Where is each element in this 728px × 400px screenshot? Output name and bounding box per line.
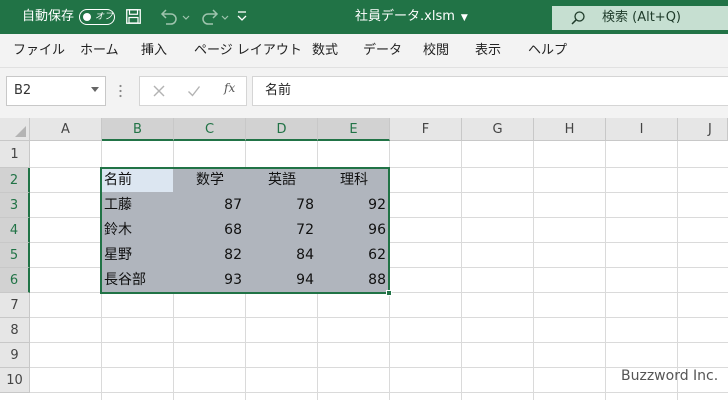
row-header-1[interactable]: 1: [0, 141, 30, 168]
row-header-8[interactable]: 8: [0, 318, 30, 343]
row-header-10[interactable]: 10: [0, 368, 30, 393]
row-header-6[interactable]: 6: [0, 268, 30, 293]
gridline: [461, 141, 462, 400]
gridline: [30, 317, 728, 318]
row-header-5[interactable]: 5: [0, 243, 30, 268]
column-header-g[interactable]: G: [462, 118, 534, 141]
more-options-icon[interactable]: [119, 84, 122, 98]
redo-icon[interactable]: [196, 8, 232, 26]
file-title[interactable]: 社員データ.xlsm ▼: [355, 0, 468, 34]
toggle-knob: [83, 12, 91, 21]
row-header-3[interactable]: 3: [0, 193, 30, 218]
search-label: 検索 (Alt+Q): [602, 10, 682, 25]
formula-bar: B2 fx 名前: [0, 68, 728, 118]
watermark: Buzzword Inc.: [621, 368, 719, 384]
tab-file[interactable]: ファイル: [13, 34, 65, 68]
row-header-7[interactable]: 7: [0, 293, 30, 318]
tab-review[interactable]: 校閲: [423, 34, 449, 68]
undo-icon[interactable]: [157, 8, 193, 26]
column-header-a[interactable]: A: [30, 118, 102, 141]
row-header-4[interactable]: 4: [0, 218, 30, 243]
gridline: [605, 141, 606, 400]
chevron-down-icon: ▼: [460, 13, 468, 23]
column-header-h[interactable]: H: [534, 118, 606, 141]
column-header-j[interactable]: J: [678, 118, 728, 141]
gridline: [677, 141, 678, 400]
search-icon: [571, 11, 585, 25]
worksheet-grid[interactable]: A B C D E F G H I J 1 2 3 4 5 6 7 8 9 10…: [0, 118, 728, 400]
autosave-state: オフ: [95, 12, 114, 22]
autosave-toggle[interactable]: オフ: [79, 9, 115, 25]
tab-page-layout[interactable]: ページ レイアウト: [194, 34, 302, 68]
fill-handle[interactable]: [386, 290, 392, 296]
insert-function-icon[interactable]: fx: [224, 81, 235, 95]
customize-toolbar-icon[interactable]: [236, 9, 248, 23]
column-header-i[interactable]: I: [606, 118, 678, 141]
tab-data[interactable]: データ: [363, 34, 402, 68]
column-header-c[interactable]: C: [174, 118, 246, 141]
select-all-button[interactable]: [0, 118, 30, 141]
tab-home[interactable]: ホーム: [80, 34, 119, 68]
name-box[interactable]: B2: [6, 76, 106, 106]
autosave-label: 自動保存: [22, 9, 75, 24]
select-all-triangle-icon: [15, 126, 26, 137]
name-box-value: B2: [14, 83, 32, 98]
title-bar: 自動保存 オフ 社員データ.xlsm ▼ 検索 (Alt+Q): [0, 0, 728, 34]
tab-insert[interactable]: 挿入: [141, 34, 167, 68]
cancel-icon[interactable]: [152, 84, 166, 98]
gridline: [533, 141, 534, 400]
search-box[interactable]: 検索 (Alt+Q): [552, 6, 728, 30]
row-header-9[interactable]: 9: [0, 343, 30, 368]
selection-border: [100, 167, 390, 294]
formula-input[interactable]: 名前: [252, 76, 728, 106]
column-header-f[interactable]: F: [390, 118, 462, 141]
column-header-e[interactable]: E: [318, 118, 390, 141]
column-header-d[interactable]: D: [246, 118, 318, 141]
chevron-down-icon[interactable]: [91, 87, 99, 92]
check-icon[interactable]: [187, 84, 201, 98]
file-name: 社員データ.xlsm: [355, 9, 455, 24]
tab-help[interactable]: ヘルプ: [528, 34, 567, 68]
ribbon-tabs: ファイル ホーム 挿入 ページ レイアウト 数式 データ 校閲 表示 ヘルプ: [0, 34, 728, 68]
column-header-b[interactable]: B: [102, 118, 174, 141]
tab-formulas[interactable]: 数式: [312, 34, 338, 68]
gridline: [30, 342, 728, 343]
formula-value: 名前: [265, 83, 292, 98]
formula-buttons: fx: [139, 76, 247, 106]
tab-view[interactable]: 表示: [475, 34, 501, 68]
save-icon[interactable]: [126, 9, 141, 24]
row-header-2[interactable]: 2: [0, 168, 30, 193]
gridline: [30, 392, 728, 393]
